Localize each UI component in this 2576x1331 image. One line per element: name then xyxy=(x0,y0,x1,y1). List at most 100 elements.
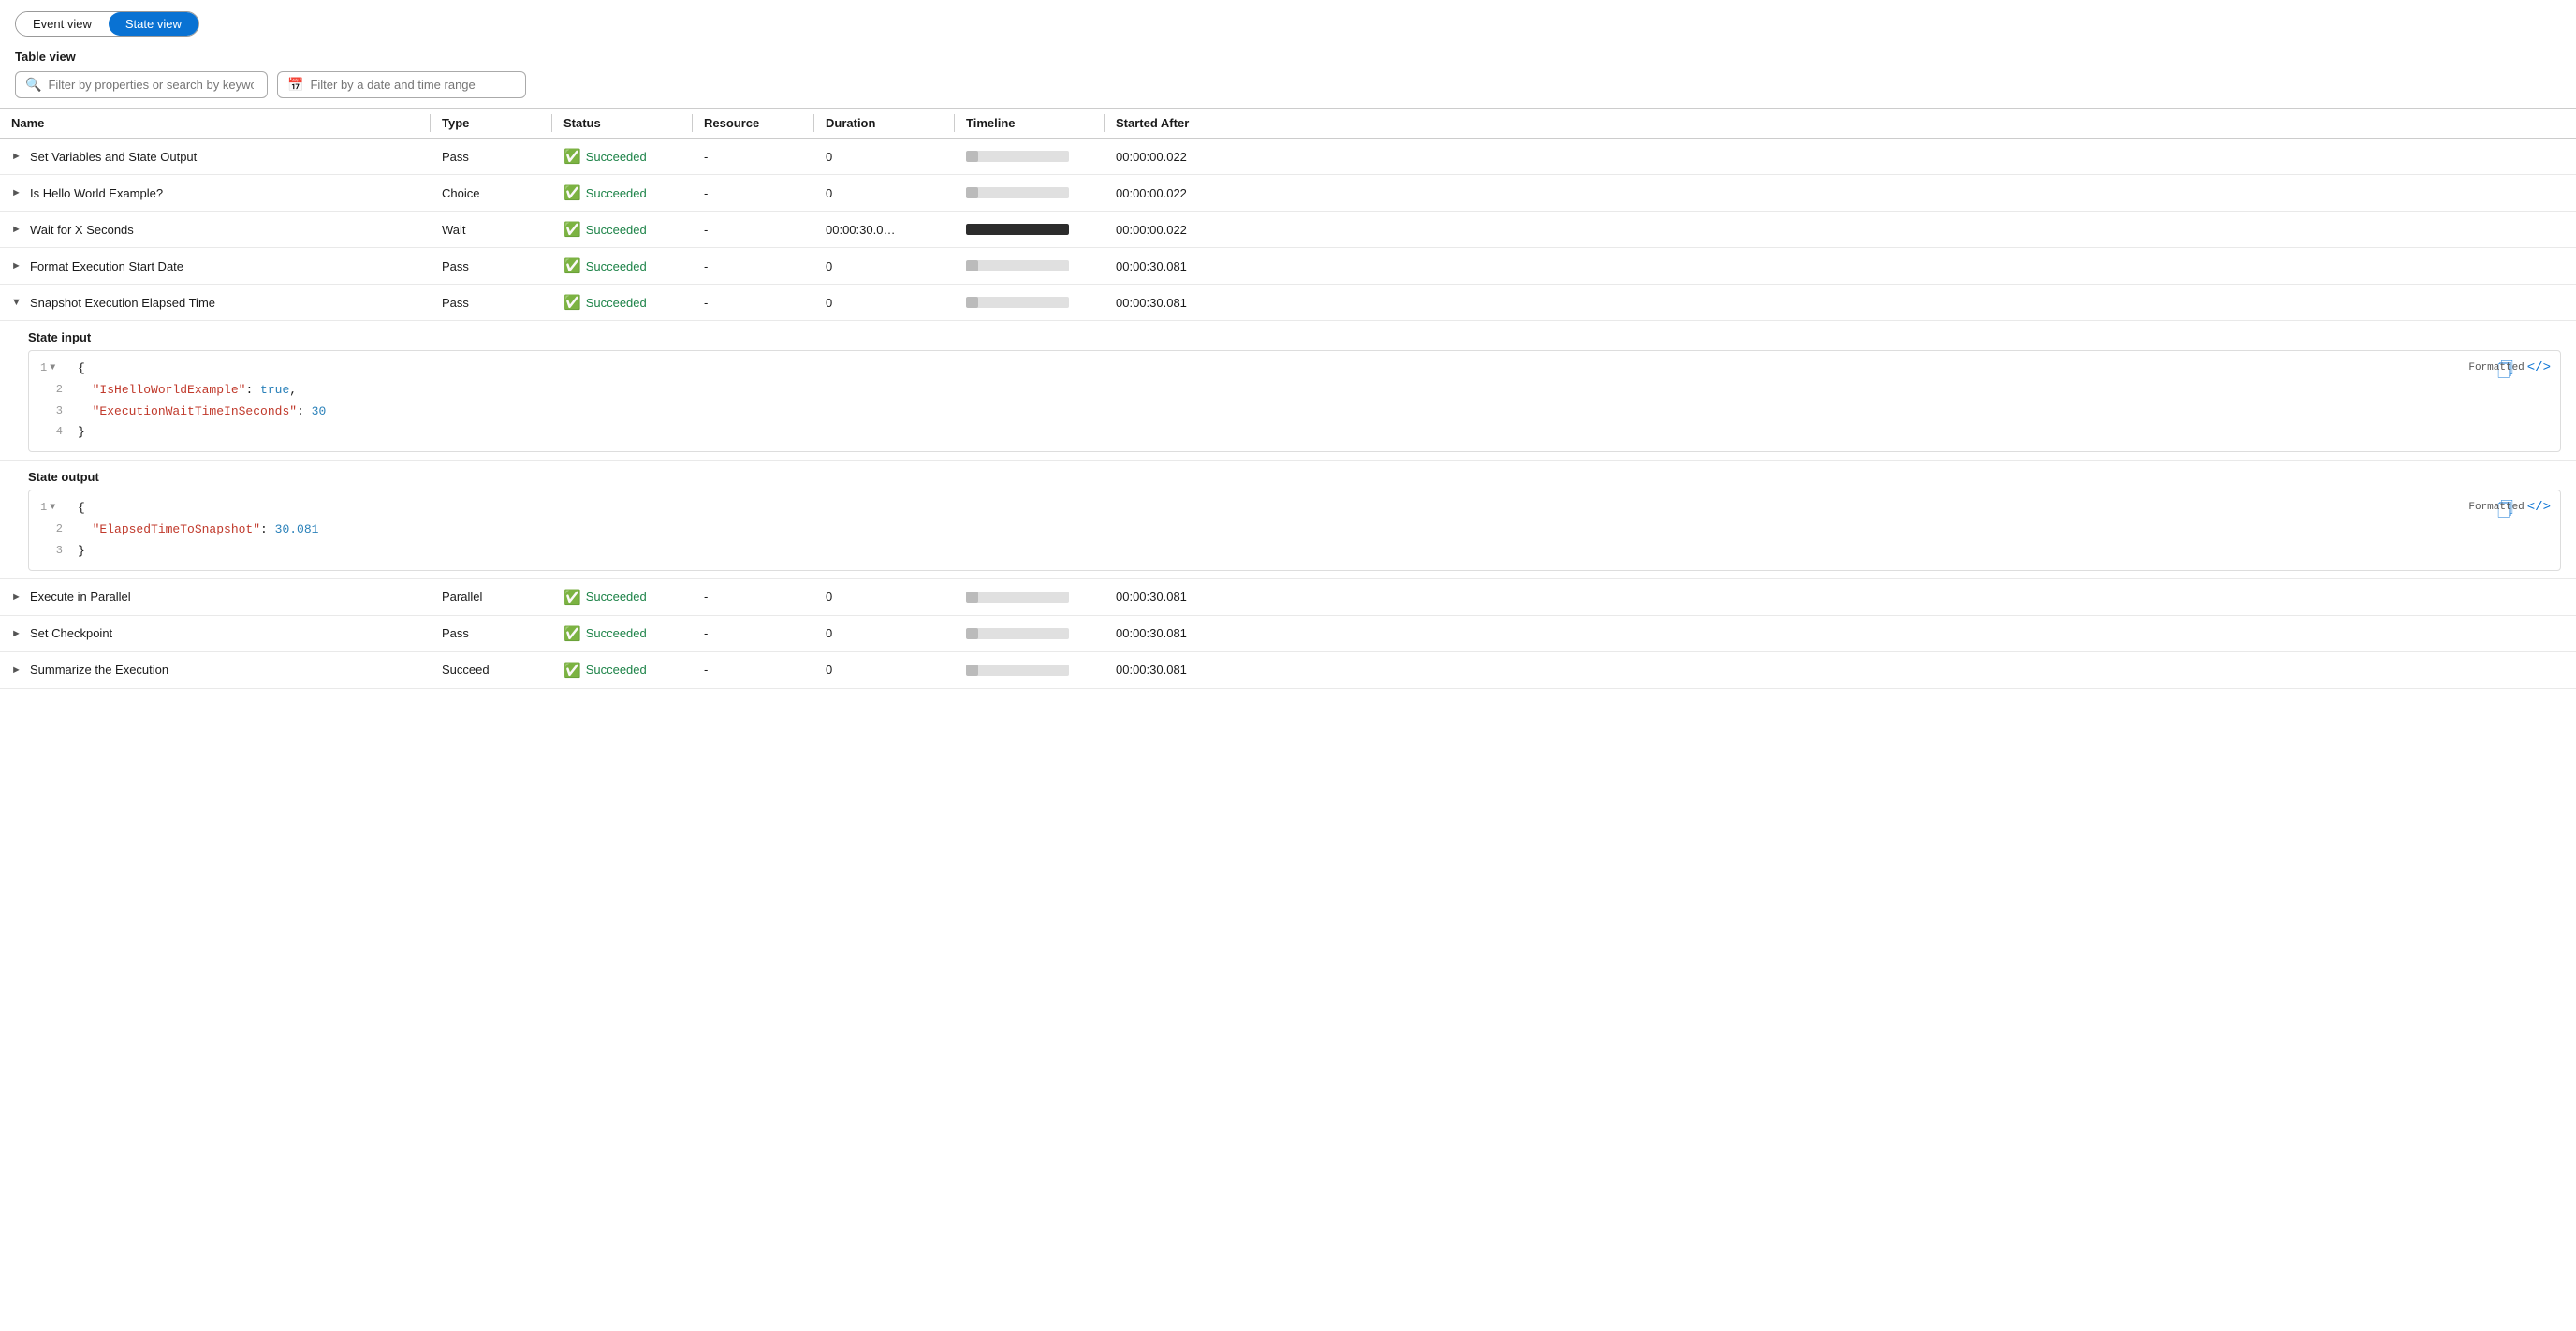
col-timeline: Timeline xyxy=(955,109,1105,138)
row-timeline xyxy=(955,287,1105,317)
collapse-icon[interactable]: ▼ xyxy=(11,297,22,308)
row-started-after: 00:00:00.022 xyxy=(1105,177,1292,210)
timeline-bar-container xyxy=(966,260,1069,271)
expand-icon[interactable]: ► xyxy=(11,187,22,198)
keyword-filter[interactable]: 🔍 xyxy=(15,71,268,98)
timeline-bar xyxy=(966,224,1069,235)
code-line: 2 "ElapsedTimeToSnapshot": 30.081 xyxy=(29,519,2560,541)
row-resource: - xyxy=(693,617,814,650)
row-timeline xyxy=(955,251,1105,281)
col-name: Name xyxy=(0,109,431,138)
row-duration: 0 xyxy=(814,617,955,650)
row-type: Succeed xyxy=(431,653,552,686)
state-input-panel: State input 🗍 Formatted </> 1▼ { 2 "IsHe… xyxy=(0,321,2576,461)
code-line: 3 "ExecutionWaitTimeInSeconds": 30 xyxy=(29,402,2560,423)
row-started-after: 00:00:00.022 xyxy=(1105,213,1292,246)
expand-icon[interactable]: ► xyxy=(11,628,22,639)
expand-icon[interactable]: ► xyxy=(11,151,22,162)
timeline-bar-container xyxy=(966,628,1069,639)
view-toggle-bar: Event view State view xyxy=(0,0,2576,44)
table-row: ► Execute in Parallel Parallel ✅ Succeed… xyxy=(0,579,2576,616)
expand-icon[interactable]: ► xyxy=(11,224,22,235)
row-resource: - xyxy=(693,177,814,210)
state-output-code-block: 🗍 Formatted </> 1▼ { 2 "ElapsedTimeToSna… xyxy=(28,490,2561,570)
succeeded-icon: ✅ xyxy=(564,589,581,606)
row-name: ► Wait for X Seconds xyxy=(0,213,431,246)
timeline-bar xyxy=(966,297,978,308)
row-type: Pass xyxy=(431,286,552,319)
row-timeline xyxy=(955,214,1105,244)
expand-icon[interactable]: ► xyxy=(11,592,22,603)
formatted-label: Formatted </> xyxy=(2468,360,2551,375)
row-type: Parallel xyxy=(431,580,552,613)
succeeded-icon: ✅ xyxy=(564,221,581,238)
fold-arrow[interactable]: ▼ xyxy=(50,361,55,376)
row-status: ✅ Succeeded xyxy=(552,212,693,247)
row-status: ✅ Succeeded xyxy=(552,175,693,211)
row-type: Pass xyxy=(431,617,552,650)
succeeded-icon: ✅ xyxy=(564,294,581,311)
row-name: ► Is Hello World Example? xyxy=(0,177,431,210)
row-status: ✅ Succeeded xyxy=(552,248,693,284)
row-started-after: 00:00:30.081 xyxy=(1105,617,1292,650)
code-line: 3 } xyxy=(29,541,2560,563)
row-duration: 00:00:30.0… xyxy=(814,213,955,246)
timeline-bar-container xyxy=(966,187,1069,198)
view-toggle: Event view State view xyxy=(15,11,199,37)
row-started-after: 00:00:30.081 xyxy=(1105,580,1292,613)
table-row: ▼ Snapshot Execution Elapsed Time Pass ✅… xyxy=(0,285,2576,321)
timeline-bar xyxy=(966,151,978,162)
table-view-label: Table view xyxy=(0,44,2576,67)
row-resource: - xyxy=(693,213,814,246)
table-row: ► Set Variables and State Output Pass ✅ … xyxy=(0,139,2576,175)
state-output-panel: State output 🗍 Formatted </> 1▼ { 2 "Ela… xyxy=(0,461,2576,578)
row-timeline xyxy=(955,178,1105,208)
fold-arrow[interactable]: ▼ xyxy=(50,501,55,516)
col-duration: Duration xyxy=(814,109,955,138)
col-started-after: Started After xyxy=(1105,109,1292,138)
row-started-after: 00:00:30.081 xyxy=(1105,653,1292,686)
timeline-bar xyxy=(966,260,978,271)
expand-icon[interactable]: ► xyxy=(11,260,22,271)
succeeded-icon: ✅ xyxy=(564,257,581,274)
timeline-bar xyxy=(966,665,978,676)
table-row: ► Summarize the Execution Succeed ✅ Succ… xyxy=(0,652,2576,689)
row-name: ► Set Variables and State Output xyxy=(0,140,431,173)
keyword-filter-input[interactable] xyxy=(48,78,254,92)
formatted-icon: </> xyxy=(2527,500,2551,515)
calendar-icon: 📅 xyxy=(287,77,303,93)
col-resource: Resource xyxy=(693,109,814,138)
timeline-bar xyxy=(966,592,978,603)
row-type: Choice xyxy=(431,177,552,210)
row-name: ► Set Checkpoint xyxy=(0,617,431,650)
row-resource: - xyxy=(693,250,814,283)
timeline-bar-container xyxy=(966,592,1069,603)
succeeded-icon: ✅ xyxy=(564,625,581,642)
event-view-button[interactable]: Event view xyxy=(16,12,109,36)
filter-bar: 🔍 📅 xyxy=(0,67,2576,108)
timeline-bar-container xyxy=(966,665,1069,676)
state-view-button[interactable]: State view xyxy=(109,12,198,36)
row-type: Pass xyxy=(431,140,552,173)
date-filter-input[interactable] xyxy=(310,78,516,92)
date-filter[interactable]: 📅 xyxy=(277,71,526,98)
code-line: 1▼ { xyxy=(29,498,2560,519)
row-duration: 0 xyxy=(814,580,955,613)
col-type: Type xyxy=(431,109,552,138)
formatted-icon: </> xyxy=(2527,360,2551,375)
row-timeline xyxy=(955,141,1105,171)
row-resource: - xyxy=(693,580,814,613)
row-started-after: 00:00:00.022 xyxy=(1105,140,1292,173)
row-status: ✅ Succeeded xyxy=(552,652,693,688)
expand-icon[interactable]: ► xyxy=(11,665,22,676)
code-line: 1▼ { xyxy=(29,358,2560,380)
table-row: ► Format Execution Start Date Pass ✅ Suc… xyxy=(0,248,2576,285)
timeline-bar-container xyxy=(966,224,1069,235)
succeeded-icon: ✅ xyxy=(564,184,581,201)
timeline-bar-container xyxy=(966,297,1069,308)
table-header: Name Type Status Resource Duration Timel… xyxy=(0,108,2576,139)
state-input-code-block: 🗍 Formatted </> 1▼ { 2 "IsHelloWorldExam… xyxy=(28,350,2561,452)
row-name: ▼ Snapshot Execution Elapsed Time xyxy=(0,286,431,319)
col-status: Status xyxy=(552,109,693,138)
row-timeline xyxy=(955,655,1105,685)
